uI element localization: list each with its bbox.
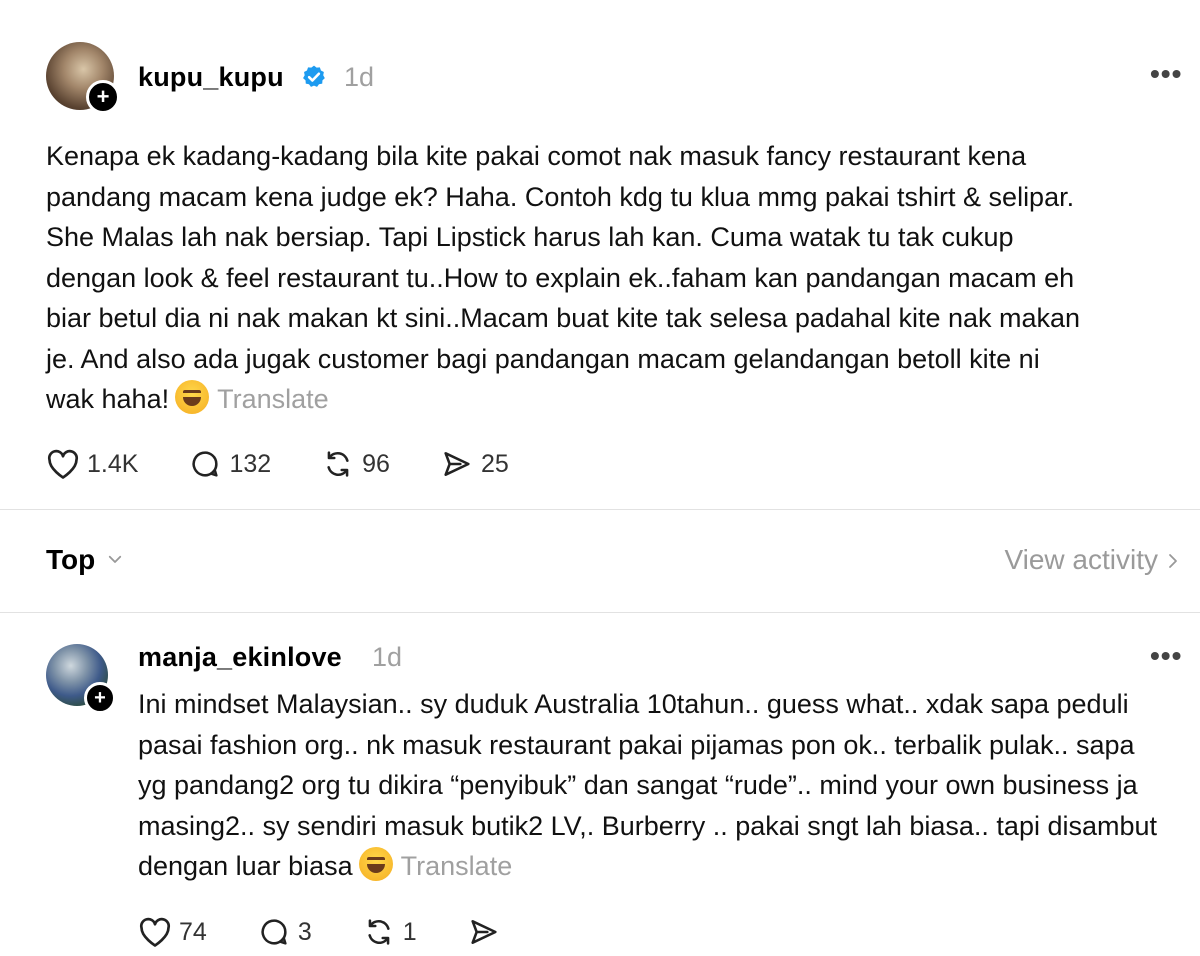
- reply-avatar[interactable]: +: [46, 644, 116, 714]
- view-activity-link[interactable]: View activity: [1004, 544, 1158, 576]
- share-icon: [471, 920, 497, 944]
- reply-body: Ini mindset Malaysian.. sy duduk Austral…: [138, 684, 1168, 887]
- comment-button[interactable]: 132: [188, 448, 271, 480]
- repost-count: 1: [402, 917, 417, 946]
- chevron-down-icon[interactable]: [106, 550, 124, 568]
- more-options-icon[interactable]: •••: [1150, 640, 1182, 672]
- post-time: 1d: [344, 62, 375, 92]
- post-body: Kenapa ek kadang-kadang bila kite pakai …: [46, 136, 1086, 420]
- chevron-right-icon[interactable]: [1164, 550, 1182, 572]
- divider-bottom: [0, 612, 1200, 613]
- follow-plus-icon[interactable]: +: [84, 682, 116, 714]
- sort-dropdown-label[interactable]: Top: [46, 544, 95, 576]
- like-count: 74: [179, 917, 207, 946]
- verified-badge-icon: [303, 65, 325, 87]
- like-count: 1.4K: [87, 449, 139, 478]
- share-icon: [444, 452, 470, 476]
- like-button[interactable]: 74: [138, 916, 207, 948]
- repost-button[interactable]: 1: [362, 916, 417, 948]
- like-button[interactable]: 1.4K: [46, 448, 138, 480]
- comment-count: 132: [229, 449, 272, 478]
- comment-icon: [261, 919, 287, 945]
- heart-icon: [139, 917, 171, 947]
- comment-count: 3: [297, 917, 312, 946]
- repost-count: 96: [362, 449, 390, 478]
- divider-top: [0, 509, 1200, 510]
- share-button[interactable]: [467, 916, 501, 948]
- comment-button[interactable]: 3: [257, 916, 312, 948]
- follow-plus-icon[interactable]: +: [86, 80, 120, 114]
- translate-link[interactable]: Translate: [217, 384, 329, 414]
- post-text: Kenapa ek kadang-kadang bila kite pakai …: [46, 141, 1081, 414]
- translate-link[interactable]: Translate: [401, 851, 513, 881]
- rolling-on-floor-laughing-emoji: [175, 380, 210, 414]
- more-options-icon[interactable]: •••: [1150, 58, 1182, 90]
- reply-time: 1d: [372, 642, 403, 672]
- author-username[interactable]: kupu_kupu: [138, 62, 284, 93]
- repost-button[interactable]: 96: [321, 448, 390, 480]
- reply-username[interactable]: manja_ekinlove: [138, 642, 342, 673]
- reply-text: Ini mindset Malaysian.. sy duduk Austral…: [138, 689, 1158, 881]
- comment-icon: [192, 451, 219, 477]
- repost-icon: [327, 451, 349, 477]
- heart-icon: [47, 449, 79, 479]
- sort-row: Top View activity: [46, 540, 1200, 584]
- reply-actions: 74 3 1: [138, 916, 551, 948]
- post-actions: 1.4K 132 96 25: [46, 448, 559, 480]
- share-count: 25: [480, 449, 509, 478]
- tears-of-joy-emoji: [358, 847, 393, 881]
- author-avatar[interactable]: +: [46, 42, 120, 114]
- share-button[interactable]: 25: [440, 448, 509, 480]
- repost-icon: [368, 919, 390, 945]
